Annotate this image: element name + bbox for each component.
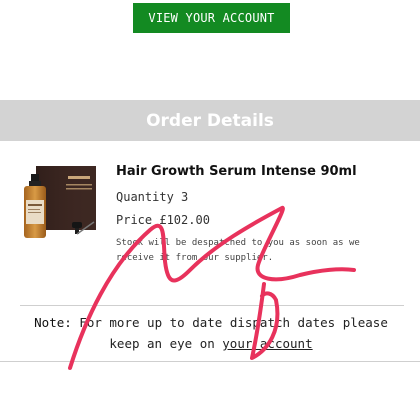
dispatch-note: Note: For more up to date dispatch dates… (26, 312, 396, 354)
product-quantity: Quantity 3 (116, 190, 189, 204)
divider (20, 305, 404, 306)
order-details-header: Order Details (0, 100, 420, 141)
note-label: Note: (34, 315, 72, 330)
product-price: Price £102.00 (116, 213, 210, 227)
product-bottle-icon (24, 166, 96, 238)
stock-notice: Stock will be despatched to you as soon … (116, 238, 360, 263)
divider (0, 361, 420, 362)
product-name: Hair Growth Serum Intense 90ml (116, 164, 357, 179)
product-image (22, 164, 100, 244)
your-account-link[interactable]: your account (222, 336, 312, 351)
view-account-button[interactable]: VIEW YOUR ACCOUNT (133, 3, 290, 33)
